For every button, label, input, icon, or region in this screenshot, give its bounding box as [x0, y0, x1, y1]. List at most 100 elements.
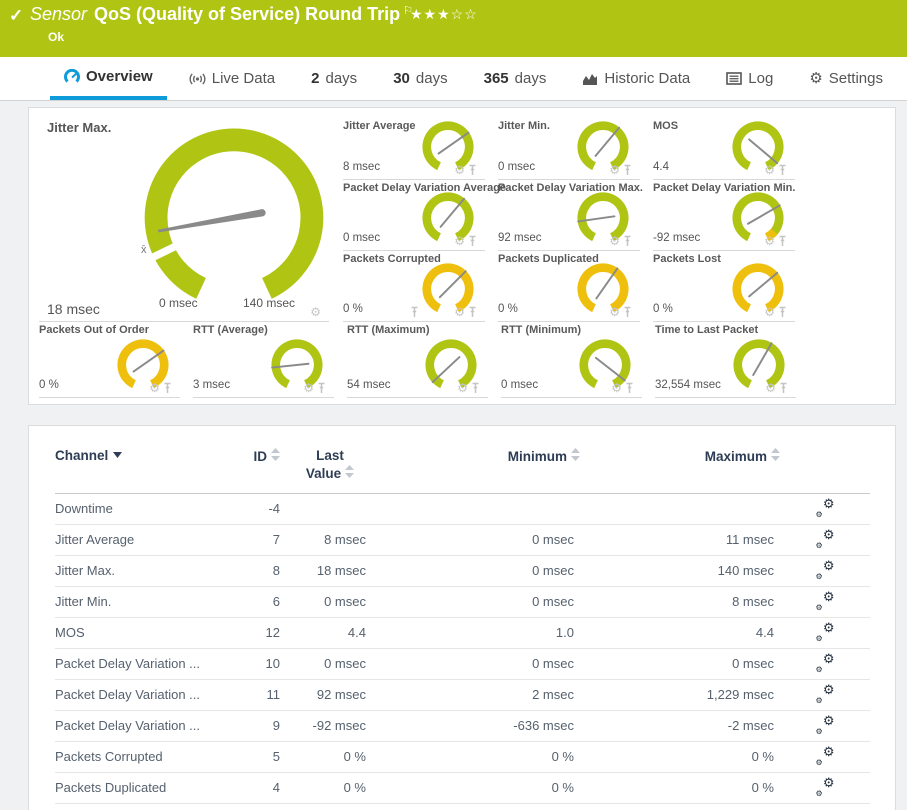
channel-id: 7: [240, 524, 280, 555]
channel-settings-gears-icon[interactable]: ⚙⚙: [816, 499, 835, 516]
tab-settings[interactable]: ⚙ Settings: [795, 57, 897, 100]
table-row: Jitter Average 7 8 msec 0 msec 11 msec ⚙…: [55, 524, 870, 555]
column-header-maximum[interactable]: Maximum: [580, 444, 780, 493]
gauge-value: -92 msec: [653, 232, 700, 244]
pin-icon[interactable]: [625, 382, 634, 394]
area-chart-icon: [582, 72, 598, 86]
tab-bar: Overview Live Data 2 days 30 days 365 da…: [0, 57, 907, 101]
gauge-settings-gear-icon[interactable]: ⚙: [764, 306, 775, 318]
gauges-panel: Jitter Max. x̄ 0 msec 140 msec 18 msec ⚙: [28, 107, 896, 405]
gauge-title: MOS: [653, 120, 678, 132]
channel-minimum: 1.0: [380, 617, 580, 648]
tab-label: Historic Data: [604, 70, 690, 87]
gauge-settings-gear-icon[interactable]: ⚙: [454, 306, 465, 318]
gauge-settings-gear-icon[interactable]: ⚙: [609, 235, 620, 247]
tab-label: Live Data: [212, 70, 275, 87]
pin-icon[interactable]: [468, 306, 477, 318]
gauge-settings-gear-icon[interactable]: ⚙: [764, 235, 775, 247]
gauge-title: Jitter Min.: [498, 120, 550, 132]
pin-icon[interactable]: [778, 235, 787, 247]
channel-settings-gears-icon[interactable]: ⚙⚙: [816, 747, 835, 764]
pin-icon[interactable]: [779, 382, 788, 394]
column-header-last-value[interactable]: Last Value: [280, 444, 380, 493]
gauge-settings-gear-icon[interactable]: ⚙: [454, 164, 465, 176]
tab-label: Overview: [86, 68, 153, 85]
table-row: Packet Delay Variation ... 10 0 msec 0 m…: [55, 648, 870, 679]
pin-icon[interactable]: [623, 306, 632, 318]
table-row: Packets Duplicated 4 0 % 0 % 0 % ⚙⚙: [55, 772, 870, 803]
gauge-settings-gear-icon[interactable]: ⚙: [149, 382, 160, 394]
channel-table-panel: Channel ID Last Value Minimum Maximum: [28, 425, 896, 810]
pin-icon[interactable]: [471, 382, 480, 394]
sort-icon: [345, 465, 354, 478]
column-header-minimum[interactable]: Minimum: [380, 444, 580, 493]
channel-name: Packets Corrupted: [55, 741, 240, 772]
channel-maximum: 4.4: [580, 617, 780, 648]
gauge-settings-gear-icon[interactable]: ⚙: [764, 164, 775, 176]
pin-icon[interactable]: [317, 382, 326, 394]
tab-2-days[interactable]: 2 days: [297, 57, 371, 100]
gauge-settings-gear-icon[interactable]: ⚙: [609, 306, 620, 318]
gauge-value: 0 msec: [501, 379, 538, 391]
channel-last-value: 0 %: [280, 741, 380, 772]
table-header-row: Channel ID Last Value Minimum Maximum: [55, 444, 870, 493]
pin-icon[interactable]: [778, 164, 787, 176]
tab-label: days: [515, 70, 547, 87]
pin-icon[interactable]: [468, 164, 477, 176]
channel-minimum: 0 %: [380, 772, 580, 803]
gauge-settings-gear-icon[interactable]: ⚙: [457, 382, 468, 394]
tab-365-days[interactable]: 365 days: [470, 57, 561, 100]
tab-30-days[interactable]: 30 days: [379, 57, 461, 100]
gauge-value: 92 msec: [498, 232, 541, 244]
channel-settings-gears-icon[interactable]: ⚙⚙: [816, 778, 835, 795]
column-header-channel[interactable]: Channel: [55, 444, 240, 493]
channel-maximum: 0 msec: [580, 648, 780, 679]
channel-settings-gears-icon[interactable]: ⚙⚙: [816, 592, 835, 609]
gauge-settings-gear-icon[interactable]: ⚙: [611, 382, 622, 394]
column-header-id[interactable]: ID: [240, 444, 280, 493]
channel-settings-gears-icon[interactable]: ⚙⚙: [816, 530, 835, 547]
channel-settings-gears-icon[interactable]: ⚙⚙: [816, 716, 835, 733]
pin-icon[interactable]: [778, 306, 787, 318]
channel-minimum: 0 %: [380, 741, 580, 772]
tab-historic-data[interactable]: Historic Data: [568, 57, 704, 100]
priority-stars[interactable]: ★★★☆☆: [410, 6, 478, 23]
stars-empty[interactable]: ☆☆: [451, 6, 478, 22]
pin-icon[interactable]: [623, 164, 632, 176]
channel-minimum: 2 msec: [380, 679, 580, 710]
stars-filled[interactable]: ★★★: [410, 6, 451, 22]
pin-icon[interactable]: [623, 235, 632, 247]
channel-settings-gears-icon[interactable]: ⚙⚙: [816, 654, 835, 671]
gauge-settings-gear-icon[interactable]: ⚙: [765, 382, 776, 394]
gauge-value: 54 msec: [347, 379, 390, 391]
pin-icon[interactable]: [163, 382, 172, 394]
channel-table: Channel ID Last Value Minimum Maximum: [55, 444, 870, 804]
channel-settings-gears-icon[interactable]: ⚙⚙: [816, 561, 835, 578]
gauge-title: RTT (Average): [193, 324, 268, 336]
channel-last-value: 8 msec: [280, 524, 380, 555]
channel-last-value: -92 msec: [280, 710, 380, 741]
gauge-settings-gear-icon[interactable]: ⚙: [609, 164, 620, 176]
channel-minimum: 0 msec: [380, 648, 580, 679]
tab-live-data[interactable]: Live Data: [175, 57, 289, 100]
gauge-value: 18 msec: [47, 301, 100, 317]
pin-icon[interactable]: [468, 235, 477, 247]
gauge-settings-gear-icon[interactable]: ⚙: [454, 235, 465, 247]
channel-minimum: 0 msec: [380, 555, 580, 586]
channel-maximum: 11 msec: [580, 524, 780, 555]
channel-settings-gears-icon[interactable]: ⚙⚙: [816, 623, 835, 640]
page-title: QoS (Quality of Service) Round Trip: [94, 4, 400, 24]
gauge-value: 0 msec: [343, 232, 380, 244]
channel-last-value: 0 msec: [280, 586, 380, 617]
gauge-cell-pdv-min: Packet Delay Variation Min. -92 msec ⚙: [653, 180, 795, 251]
gauge-value: 0 %: [498, 303, 518, 315]
gauge-settings-gear-icon[interactable]: ⚙: [303, 382, 314, 394]
log-list-icon: [726, 72, 742, 85]
gauge-cell-rtt-minimum: RTT (Minimum) 0 msec ⚙: [501, 322, 642, 398]
channel-maximum: 140 msec: [580, 555, 780, 586]
gauge-min-label: 0 msec: [159, 296, 198, 310]
tab-log[interactable]: Log: [712, 57, 787, 100]
tab-overview[interactable]: Overview: [50, 57, 167, 100]
gauge-settings-gear-icon[interactable]: ⚙: [310, 306, 321, 318]
channel-settings-gears-icon[interactable]: ⚙⚙: [816, 685, 835, 702]
